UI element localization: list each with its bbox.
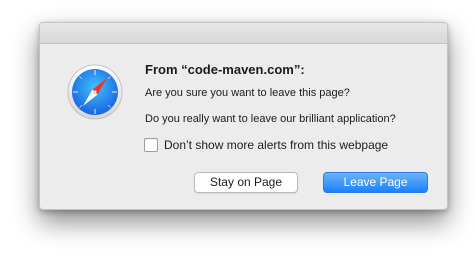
safari-compass-icon	[67, 64, 123, 120]
dialog-title-bar	[40, 23, 447, 44]
dialog-title: From “code-maven.com”:	[145, 62, 305, 77]
suppress-alerts-checkbox[interactable]	[144, 138, 158, 152]
suppress-alerts-label: Don’t show more alerts from this webpage	[164, 138, 389, 152]
suppress-alerts-option[interactable]: Don’t show more alerts from this webpage	[144, 138, 388, 152]
stay-on-page-button[interactable]: Stay on Page	[194, 172, 298, 193]
dialog-message-secondary: Do you really want to leave our brillian…	[145, 113, 396, 125]
alert-dialog: From “code-maven.com”: Are you sure you …	[39, 22, 448, 210]
dialog-message-primary: Are you sure you want to leave this page…	[145, 87, 350, 99]
leave-page-button[interactable]: Leave Page	[323, 172, 428, 193]
